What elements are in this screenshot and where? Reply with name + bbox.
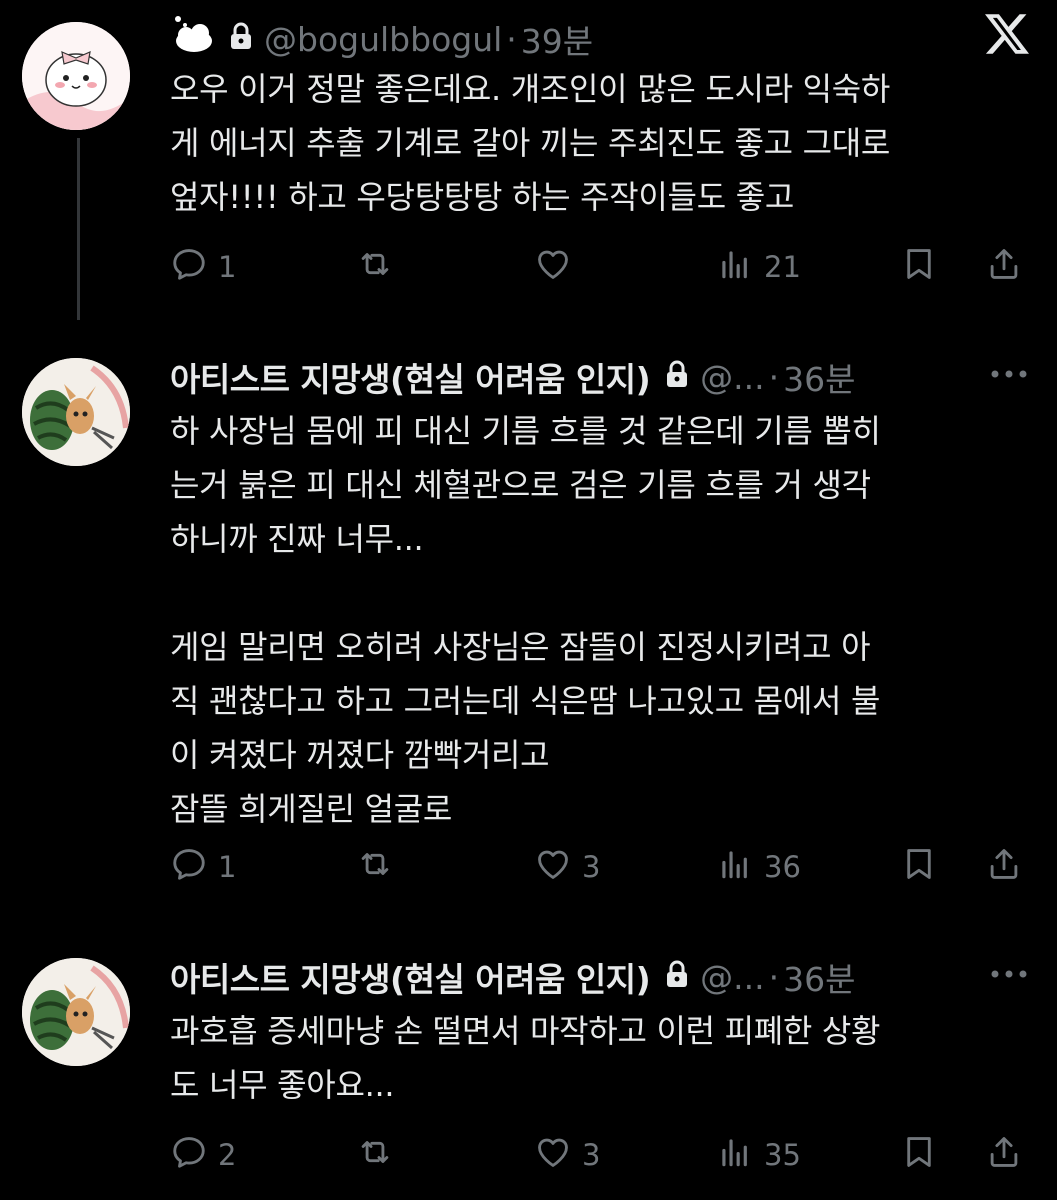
retweet-button[interactable]: [356, 1130, 404, 1180]
retweet-icon: [356, 1133, 394, 1178]
like-button[interactable]: 3: [534, 1130, 600, 1180]
heart-icon: [534, 1133, 572, 1178]
more-icon: [991, 970, 1027, 978]
lock-icon: [664, 958, 690, 997]
tweet-header: 아티스트 지망생(현실 어려움 인지) @... · 36분: [170, 954, 856, 1000]
display-name[interactable]: 아티스트 지망생(현실 어려움 인지): [170, 953, 651, 1001]
avatar[interactable]: [22, 958, 130, 1066]
tweet-3[interactable]: 아티스트 지망생(현실 어려움 인지) @... · 36분 과호흡 증세마냥 …: [0, 0, 1057, 1200]
more-options-button[interactable]: [989, 964, 1029, 988]
like-count: 3: [582, 1138, 601, 1172]
reply-count: 2: [218, 1138, 237, 1172]
views-button[interactable]: 35: [716, 1130, 801, 1180]
tweet-actions: 2 3 35: [170, 1130, 1030, 1180]
reply-icon: [170, 1133, 208, 1178]
bookmark-button[interactable]: [900, 1130, 938, 1180]
bookmark-icon: [900, 1133, 938, 1178]
user-handle[interactable]: @...: [700, 958, 764, 997]
reply-button[interactable]: 2: [170, 1130, 236, 1180]
share-button[interactable]: [985, 1130, 1023, 1180]
views-icon: [716, 1133, 754, 1178]
views-count: 35: [764, 1138, 801, 1172]
tweet-text: 과호흡 증세마냥 손 떨면서 마작하고 이런 피폐한 상황 도 너무 좋아요..…: [170, 1012, 881, 1104]
share-icon: [985, 1133, 1023, 1178]
separator-dot: ·: [768, 957, 780, 997]
timestamp[interactable]: 36분: [783, 953, 855, 1001]
